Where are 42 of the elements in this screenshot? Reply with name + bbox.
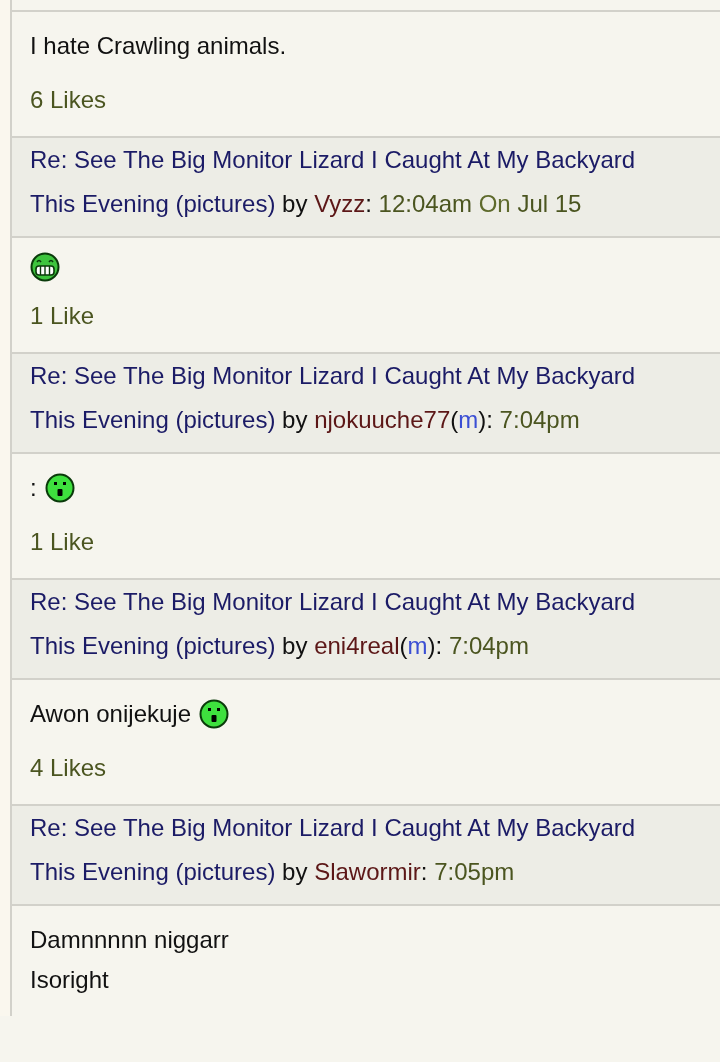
punctuation: ):: [478, 406, 493, 433]
punctuation: (: [399, 632, 408, 659]
by-label: by: [282, 858, 308, 885]
shocked-smiley-icon: [44, 473, 75, 503]
author-link[interactable]: Slawormir: [314, 858, 421, 885]
punctuation: ):: [427, 632, 443, 659]
post-text: :: [30, 473, 37, 503]
topic-link[interactable]: This Evening (pictures): [30, 406, 276, 433]
topic-link[interactable]: This Evening (pictures): [30, 632, 276, 659]
moderator-link[interactable]: m: [458, 406, 479, 433]
post-time: 12:04am: [378, 190, 472, 217]
likes-link[interactable]: 4 Likes: [30, 748, 107, 788]
grinning-smiley-icon: [30, 252, 60, 282]
punctuation: :: [365, 190, 372, 217]
moderator-link[interactable]: m: [407, 632, 428, 659]
shocked-smiley-icon: [199, 699, 229, 729]
topic-link[interactable]: This Evening (pictures): [30, 190, 276, 217]
topic-link[interactable]: This Evening (pictures): [30, 858, 276, 885]
post-time: 7:04pm: [448, 632, 529, 659]
post-time: 7:05pm: [434, 858, 515, 885]
author-link[interactable]: eni4real: [314, 632, 400, 659]
topic-link[interactable]: Re: See The Big Monitor Lizard I Caught At My Backyard: [30, 362, 636, 389]
topic-link[interactable]: Re: See The Big Monitor Lizard I Caught At My Backyard: [30, 146, 636, 173]
punctuation: :: [420, 858, 428, 885]
topic-link[interactable]: Re: See The Big Monitor Lizard I Caught At My Backyard: [30, 588, 636, 615]
post-text: Awon onijekuje: [30, 699, 191, 729]
post-text: Damnnnnn niggarr: [30, 925, 229, 955]
by-label: by: [282, 406, 308, 433]
author-link[interactable]: njokuuche77: [314, 406, 451, 433]
by-label: by: [282, 190, 308, 217]
likes-link[interactable]: 1 Like: [30, 296, 95, 336]
topic-link[interactable]: Re: See The Big Monitor Lizard I Caught At My Backyard: [30, 814, 636, 841]
by-label: by: [282, 632, 308, 659]
punctuation: (: [450, 406, 459, 433]
post-time: Jul 15: [517, 190, 582, 217]
likes-link[interactable]: 6 Likes: [30, 80, 107, 120]
post-text: Isoright: [30, 965, 109, 995]
on-label: On: [478, 190, 511, 217]
likes-link[interactable]: 1 Like: [30, 522, 95, 562]
post-text: I hate Crawling animals.: [30, 31, 287, 61]
post-time: 7:04pm: [499, 406, 580, 433]
author-link[interactable]: Vyzz: [314, 190, 366, 217]
